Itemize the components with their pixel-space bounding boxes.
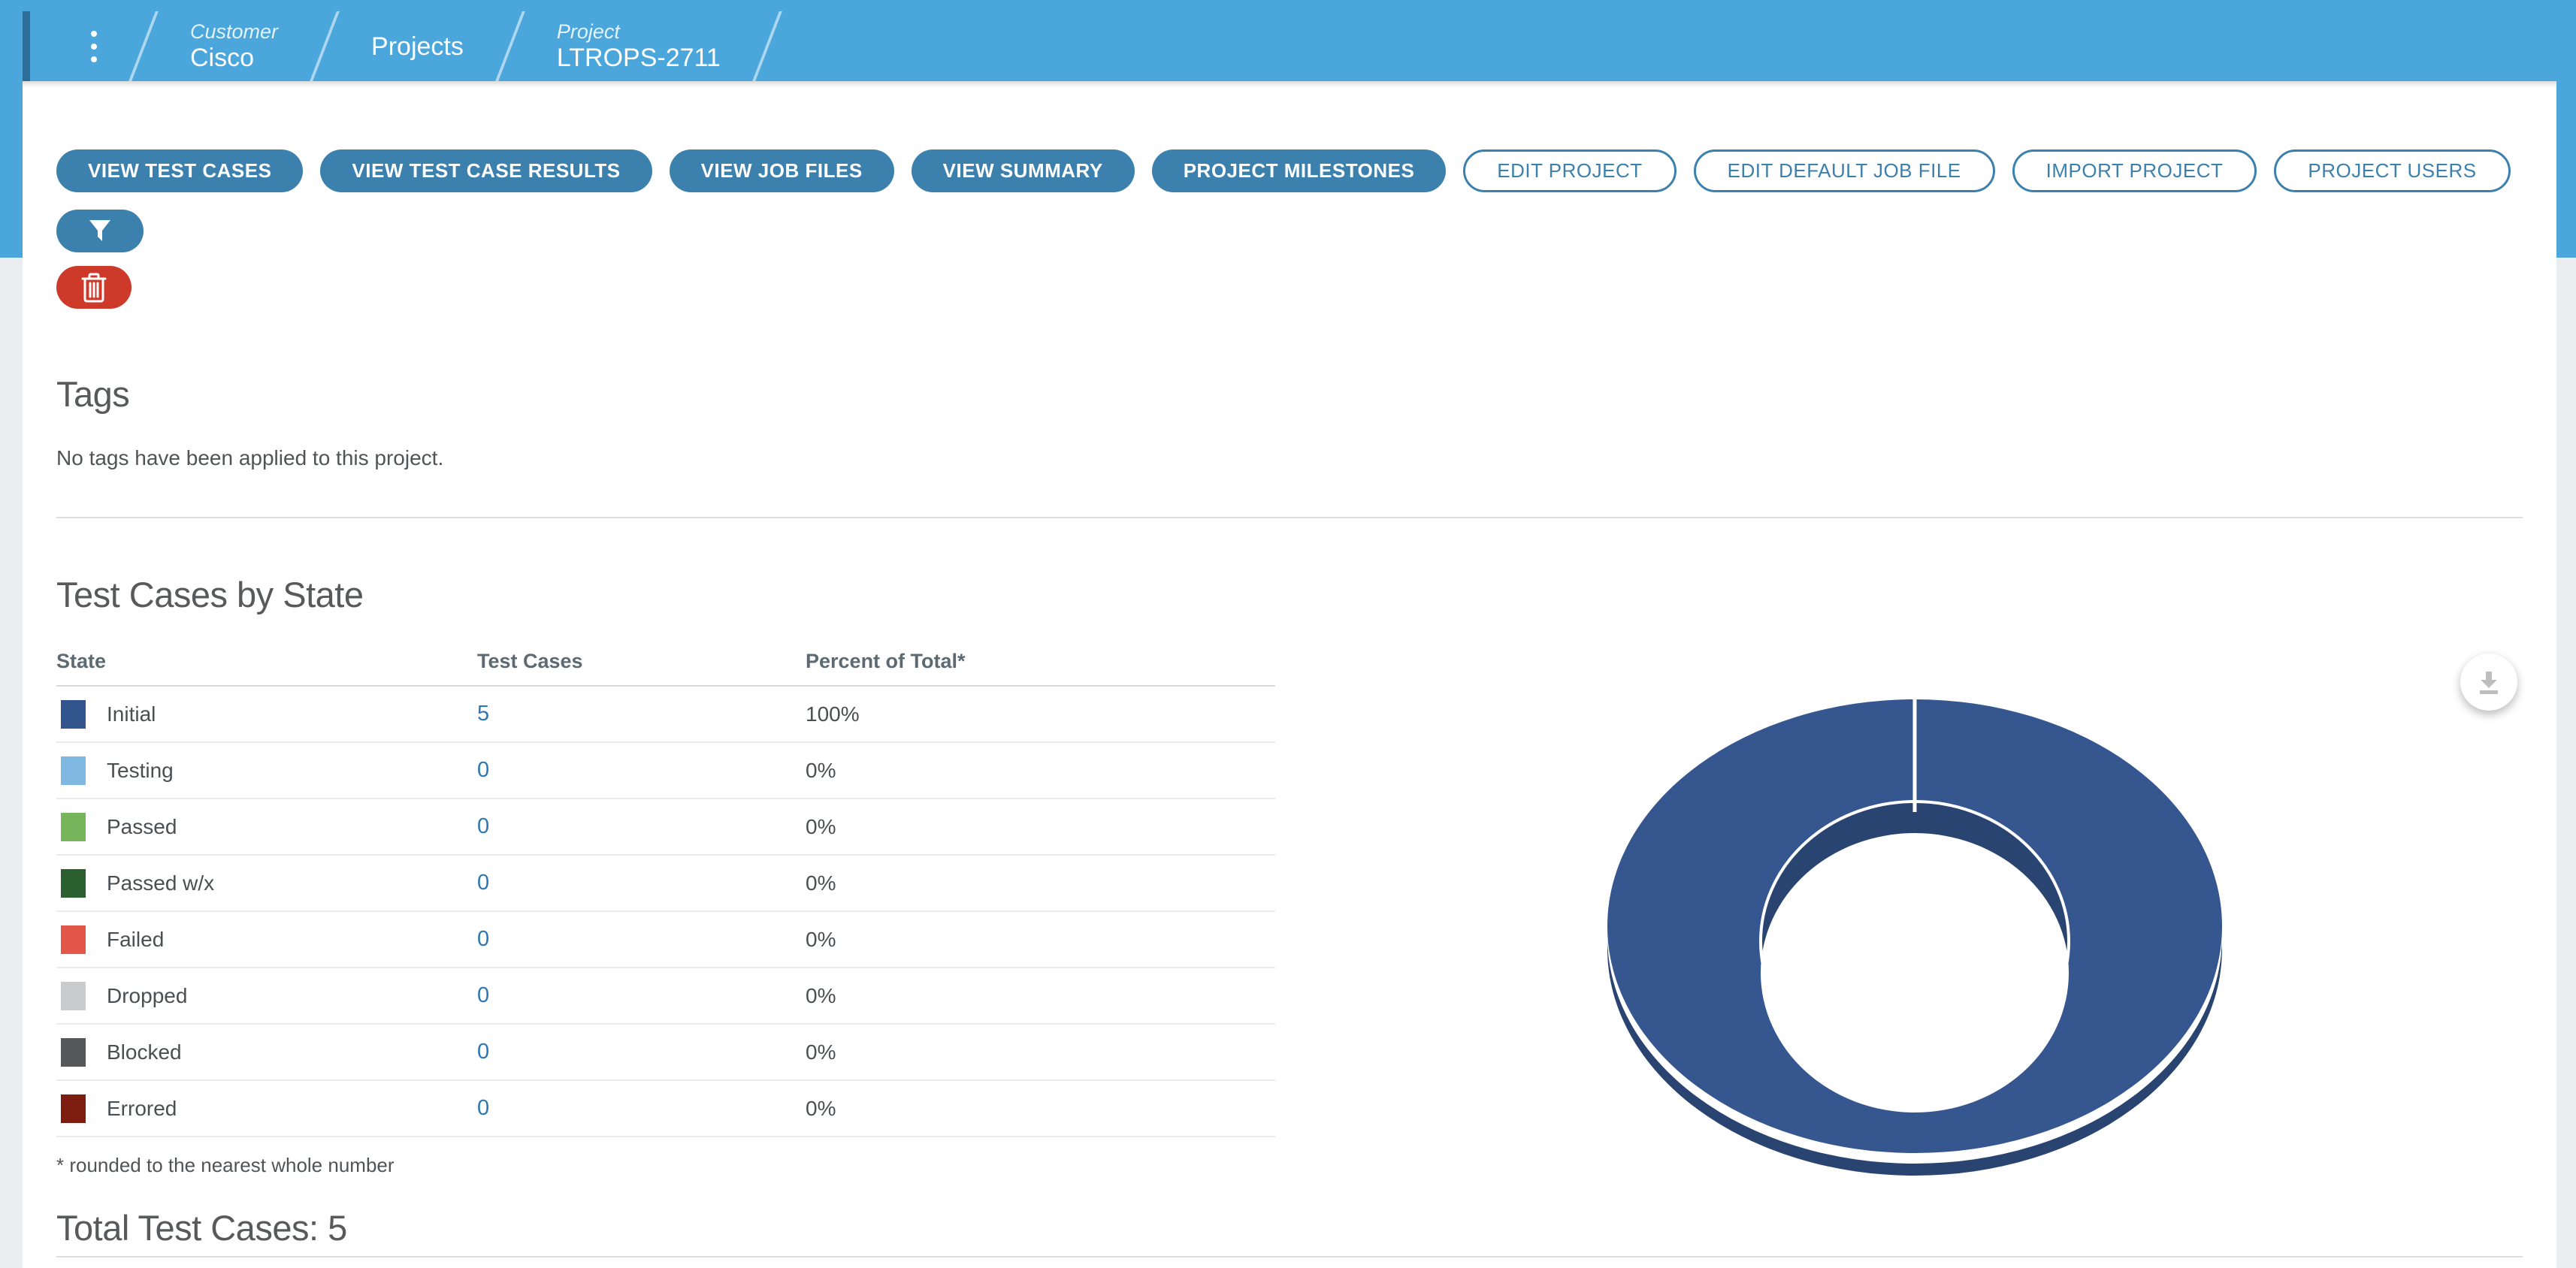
- test-cases-section-title: Test Cases by State: [56, 574, 2523, 615]
- view-job-files-button[interactable]: VIEW JOB FILES: [670, 149, 894, 192]
- view-summary-button[interactable]: VIEW SUMMARY: [912, 149, 1135, 192]
- test-case-count-link[interactable]: 0: [477, 758, 489, 782]
- test-cases-content: State Test Cases Percent of Total* Initi…: [56, 650, 2523, 1248]
- breadcrumb-item-customer[interactable]: Customer Cisco: [171, 11, 298, 81]
- toolbar-second-row: [56, 266, 2523, 309]
- test-case-count-link[interactable]: 0: [477, 1096, 489, 1120]
- table-row: Failed 0 0%: [56, 912, 1275, 968]
- delete-project-button[interactable]: [56, 266, 132, 309]
- tags-section-title: Tags: [56, 373, 2523, 415]
- state-color-swatch: [61, 1038, 86, 1067]
- test-case-count-link[interactable]: 0: [477, 871, 489, 895]
- donut-hole: [1761, 833, 2069, 1113]
- project-users-button[interactable]: PROJECT USERS: [2274, 149, 2510, 192]
- table-footnote: * rounded to the nearest whole number: [56, 1154, 1275, 1177]
- import-project-button[interactable]: IMPORT PROJECT: [2012, 149, 2257, 192]
- main-content-card: VIEW TEST CASES VIEW TEST CASE RESULTS V…: [23, 81, 2556, 1268]
- state-color-swatch: [61, 982, 86, 1010]
- table-row: Errored 0 0%: [56, 1081, 1275, 1137]
- breadcrumb-separator: [310, 11, 340, 81]
- table-row: Passed 0 0%: [56, 799, 1275, 856]
- section-divider: [56, 517, 2523, 518]
- tags-empty-message: No tags have been applied to this projec…: [56, 446, 2523, 470]
- filter-button[interactable]: [56, 210, 144, 252]
- state-color-swatch: [61, 813, 86, 841]
- percent-value: 0%: [806, 1097, 836, 1120]
- state-name: Testing: [107, 759, 174, 783]
- kebab-menu-icon[interactable]: [71, 11, 116, 81]
- trash-icon: [80, 273, 107, 303]
- funnel-icon: [87, 219, 113, 244]
- percent-value: 0%: [806, 871, 836, 895]
- breadcrumb: Customer Cisco Projects Project LTROPS-2…: [23, 11, 2556, 81]
- state-name: Passed: [107, 815, 177, 839]
- table-row: Initial 5 100%: [56, 687, 1275, 743]
- breadcrumb-item-project[interactable]: Project LTROPS-2711: [537, 11, 740, 81]
- test-case-count-link[interactable]: 0: [477, 927, 489, 951]
- donut-chart-area: [1275, 650, 2523, 1206]
- state-name: Errored: [107, 1097, 177, 1121]
- state-name: Blocked: [107, 1040, 182, 1064]
- state-color-swatch: [61, 925, 86, 954]
- percent-value: 0%: [806, 815, 836, 838]
- test-case-count-link[interactable]: 5: [477, 702, 489, 726]
- breadcrumb-separator: [128, 11, 159, 81]
- breadcrumb-label: Project: [557, 20, 721, 44]
- percent-value: 0%: [806, 1040, 836, 1064]
- breadcrumb-item-projects[interactable]: Projects: [352, 11, 483, 81]
- breadcrumb-separator: [752, 11, 782, 81]
- breadcrumb-value: Projects: [371, 32, 464, 61]
- project-toolbar: VIEW TEST CASES VIEW TEST CASE RESULTS V…: [56, 149, 2523, 252]
- bottom-divider: [56, 1256, 2523, 1257]
- edit-project-button[interactable]: EDIT PROJECT: [1463, 149, 1676, 192]
- test-cases-table: State Test Cases Percent of Total* Initi…: [56, 650, 1275, 1248]
- percent-value: 0%: [806, 984, 836, 1007]
- edit-default-job-file-button[interactable]: EDIT DEFAULT JOB FILE: [1694, 149, 1995, 192]
- view-test-case-results-button[interactable]: VIEW TEST CASE RESULTS: [320, 149, 652, 192]
- total-test-cases-title: Total Test Cases: 5: [56, 1207, 1275, 1248]
- state-color-swatch: [61, 700, 86, 729]
- state-name: Passed w/x: [107, 871, 214, 895]
- state-name: Failed: [107, 928, 164, 952]
- donut-chart: [1275, 641, 2523, 1227]
- test-case-count-link[interactable]: 0: [477, 814, 489, 838]
- header-percent: Percent of Total*: [806, 650, 1275, 673]
- test-case-count-link[interactable]: 0: [477, 1040, 489, 1064]
- test-case-count-link[interactable]: 0: [477, 983, 489, 1007]
- state-name: Initial: [107, 702, 156, 726]
- percent-value: 0%: [806, 759, 836, 782]
- state-color-swatch: [61, 1094, 86, 1123]
- breadcrumb-value: Cisco: [190, 44, 278, 72]
- breadcrumb-separator: [495, 11, 525, 81]
- table-row: Passed w/x 0 0%: [56, 856, 1275, 912]
- state-color-swatch: [61, 869, 86, 898]
- project-milestones-button[interactable]: PROJECT MILESTONES: [1152, 149, 1447, 192]
- header-test-cases: Test Cases: [477, 650, 806, 673]
- state-color-swatch: [61, 756, 86, 785]
- view-test-cases-button[interactable]: VIEW TEST CASES: [56, 149, 303, 192]
- breadcrumb-accent-stripe: [23, 11, 30, 81]
- table-row: Testing 0 0%: [56, 743, 1275, 799]
- breadcrumb-label: Customer: [190, 20, 278, 44]
- breadcrumb-value: LTROPS-2711: [557, 44, 721, 72]
- table-row: Blocked 0 0%: [56, 1025, 1275, 1081]
- percent-value: 0%: [806, 928, 836, 951]
- state-name: Dropped: [107, 984, 187, 1008]
- header-state: State: [56, 650, 477, 673]
- table-row: Dropped 0 0%: [56, 968, 1275, 1025]
- table-header-row: State Test Cases Percent of Total*: [56, 650, 1275, 687]
- percent-value: 100%: [806, 702, 860, 726]
